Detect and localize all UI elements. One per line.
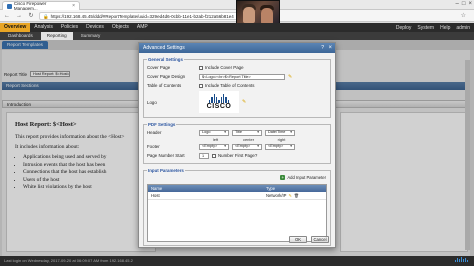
col-right-label: right (277, 137, 286, 142)
help-link[interactable]: Help (440, 25, 450, 31)
close-window-icon[interactable]: × (468, 1, 472, 7)
edit-logo-icon[interactable]: ✎ (242, 99, 246, 105)
page-number-label: Page Number Start (147, 153, 185, 158)
bookmark-star-icon[interactable]: ☆ (461, 12, 466, 19)
cancel-button[interactable]: Cancel (311, 236, 329, 243)
favicon-icon (7, 3, 12, 9)
col-left-label: left (212, 137, 219, 142)
reload-icon[interactable]: ↻ (27, 12, 35, 19)
add-input-parameter-label: Add Input Parameter (287, 175, 326, 180)
forward-icon[interactable]: → (15, 13, 23, 19)
footer-left-select[interactable]: <Empty> ▾ (199, 143, 229, 150)
nav-tab-overview[interactable]: Overview (0, 23, 31, 32)
system-link[interactable]: System (417, 25, 434, 31)
user-menu[interactable]: admin (456, 25, 470, 31)
back-icon[interactable]: ← (3, 13, 11, 19)
cover-page-label: Cover Page (147, 65, 171, 70)
ok-button[interactable]: OK (289, 236, 307, 243)
close-icon[interactable]: × (328, 43, 332, 53)
app-sub-nav: Dashboards Reporting Summary (0, 32, 474, 40)
table-header: Name Type (148, 185, 326, 192)
col-center-label: center (242, 137, 255, 142)
minimize-icon[interactable]: – (456, 1, 459, 7)
general-settings-legend: General Settings (148, 57, 183, 62)
advanced-settings-dialog: Advanced Settings ? × General Settings C… (138, 42, 336, 248)
url-text: https://192.168.45.45/ddd/#ReportTemplat… (50, 13, 234, 19)
url-field[interactable]: 🔒 https://192.168.45.45/ddd/#ReportTempl… (39, 11, 259, 20)
number-first-page-checkbox[interactable] (212, 153, 216, 158)
lock-icon: 🔒 (43, 13, 49, 19)
delete-param-icon[interactable]: 🗑 (294, 192, 299, 199)
deploy-link[interactable]: Deploy (396, 25, 412, 31)
close-tab-icon[interactable]: × (72, 3, 75, 9)
nav-tab-devices[interactable]: Devices (82, 23, 108, 32)
input-parameters-group: Input Parameters + Add Input Parameter N… (143, 168, 331, 246)
pdf-settings-group: PDF Settings Header Logo ▾ Title ▾ Date/Ti… (143, 122, 331, 164)
header-center-select[interactable]: Title ▾ (232, 129, 262, 136)
table-row[interactable]: Host Network/IP ✎ 🗑 (148, 192, 326, 200)
add-icon: + (280, 175, 286, 180)
nav-tab-amp[interactable]: AMP (133, 23, 152, 32)
window-controls: – □ × (456, 1, 472, 7)
subtab-summary[interactable]: Summary (75, 32, 107, 40)
add-input-parameter-button[interactable]: + Add Input Parameter (280, 175, 326, 180)
nav-tab-policies[interactable]: Policies (57, 23, 82, 32)
edit-param-icon[interactable]: ✎ (288, 192, 291, 199)
cover-page-checkbox-label: Include Cover Page (205, 65, 244, 70)
cover-design-input[interactable]: $<Logo><br>$<Report Title> (199, 73, 285, 80)
dialog-title: Advanced Settings (143, 45, 185, 51)
app-main-nav: Overview Analysis Policies Devices Objec… (0, 23, 474, 32)
maximize-icon[interactable]: □ (462, 1, 466, 7)
cisco-logo[interactable]: CISCO (199, 91, 239, 113)
header-right-select[interactable]: Date/Time ▾ (265, 129, 295, 136)
edit-pencil-icon[interactable]: ✎ (288, 74, 292, 80)
dialog-buttons: OK Cancel (289, 236, 329, 243)
footer-center-select[interactable]: <Empty> ▾ (232, 143, 262, 150)
param-type-cell: Network/IP (266, 193, 287, 198)
subtab-dashboards[interactable]: Dashboards (2, 32, 39, 40)
cover-page-checkbox[interactable] (199, 65, 203, 70)
cisco-wordmark: CISCO (206, 103, 232, 110)
param-name-cell: Host (151, 193, 160, 198)
page-number-input[interactable]: 1 (199, 152, 209, 159)
input-parameters-table: Name Type Host Network/IP ✎ 🗑 (147, 184, 327, 242)
toc-label: Table of Contents (147, 83, 182, 88)
header-label: Header (147, 130, 162, 135)
number-first-page-label: Number First Page? (218, 153, 258, 158)
browser-tab[interactable]: Cisco Firepower Managem... × (2, 1, 80, 11)
status-bar: Last login on Wednesday, 2017-09-20 at 0… (0, 256, 474, 266)
input-parameters-legend: Input Parameters (148, 168, 184, 173)
general-settings-group: General Settings Cover Page Include Cove… (143, 57, 331, 118)
col-type-header: Type (266, 186, 276, 191)
header-left-select[interactable]: Logo ▾ (199, 129, 229, 136)
nav-tab-objects[interactable]: Objects (108, 23, 133, 32)
logo-label: Logo (147, 99, 157, 105)
toc-checkbox-label: Include Table of Contents (205, 83, 255, 88)
cisco-corner-logo (455, 257, 468, 262)
footer-right-select[interactable]: <Empty> ▾ (265, 143, 295, 150)
help-icon[interactable]: ? (321, 43, 324, 53)
subtab-reporting[interactable]: Reporting (40, 32, 73, 40)
toc-checkbox[interactable] (199, 83, 203, 88)
nav-tab-analysis[interactable]: Analysis (30, 23, 57, 32)
cisco-bars-icon (209, 94, 229, 103)
footer-label: Footer (147, 144, 160, 149)
pdf-settings-legend: PDF Settings (148, 122, 176, 127)
dialog-header: Advanced Settings ? × (139, 43, 335, 53)
col-name-header: Name (151, 186, 163, 191)
cover-design-label: Cover Page Design (147, 74, 186, 79)
